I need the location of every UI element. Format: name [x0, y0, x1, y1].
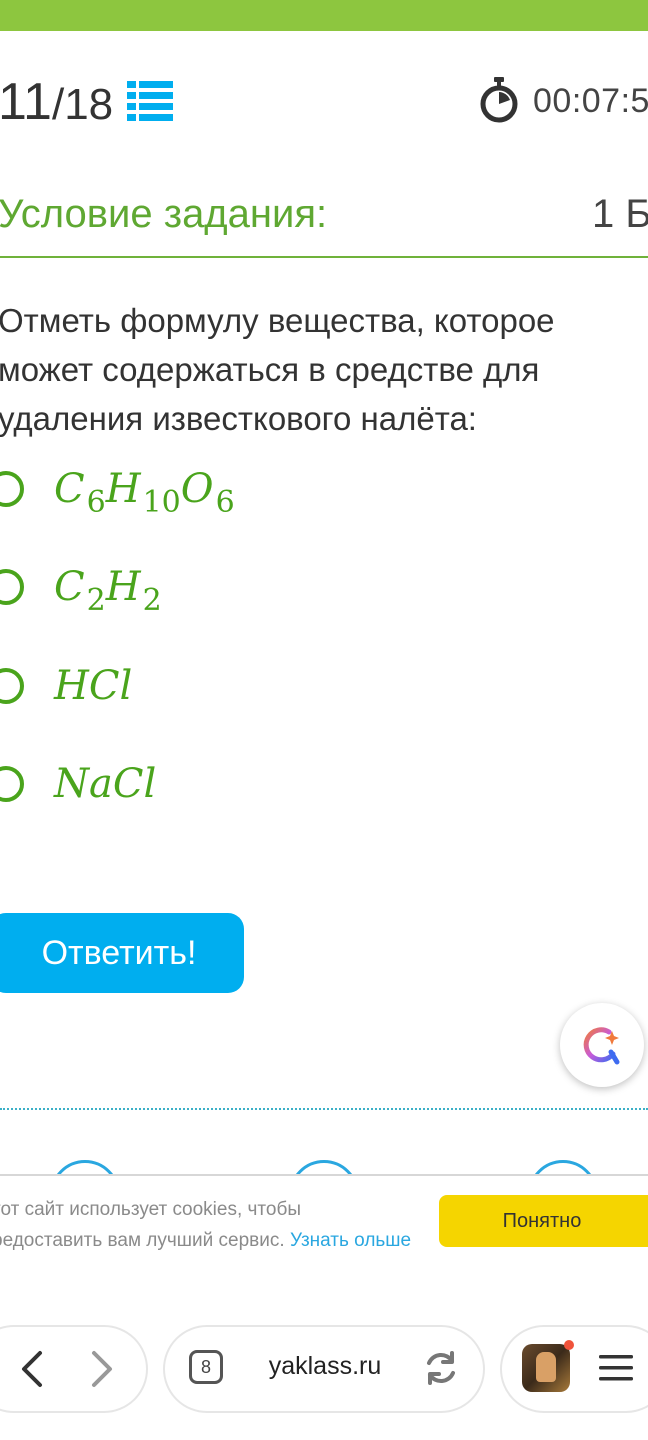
formula: C6H10O6	[54, 466, 235, 520]
timer-value: 00:07:59	[533, 82, 648, 120]
question-text: Отметь формулу вещества, которое может с…	[0, 302, 555, 437]
submit-answer-button[interactable]: Ответить!	[0, 913, 244, 993]
formula: C2H2	[54, 564, 162, 618]
answer-option-4[interactable]: NaCl	[0, 759, 157, 809]
formula: HCl	[54, 663, 133, 709]
question-progress: 11/18	[0, 72, 113, 135]
progress-current: 11	[0, 73, 52, 131]
progress-total: /18	[51, 80, 114, 129]
answer-option-1[interactable]: C6H10O6	[0, 464, 235, 520]
chevron-right-icon[interactable]	[86, 1349, 118, 1389]
tabs-icon[interactable]: 8	[189, 1350, 223, 1384]
radio-button[interactable]	[0, 569, 24, 605]
stopwatch-icon	[480, 77, 518, 123]
section-divider	[0, 256, 648, 258]
profile-avatar[interactable]	[522, 1344, 570, 1392]
radio-button[interactable]	[0, 471, 24, 507]
notification-dot	[564, 1340, 574, 1350]
chevron-left-icon[interactable]	[16, 1349, 48, 1389]
cookie-learn-more-link[interactable]: Узнать ольше	[290, 1230, 411, 1251]
radio-button[interactable]	[0, 668, 24, 704]
formula: NaCl	[54, 761, 157, 807]
answer-option-2[interactable]: C2H2	[0, 562, 162, 618]
assistant-button[interactable]	[560, 1003, 644, 1087]
url-text[interactable]: yaklass.ru	[240, 1352, 410, 1381]
dotted-separator	[0, 1108, 648, 1110]
reload-icon[interactable]	[423, 1349, 459, 1387]
cookie-text: тот сайт использует cookies, чтобы редос…	[0, 1199, 412, 1251]
radio-button[interactable]	[0, 766, 24, 802]
answer-option-3[interactable]: HCl	[0, 661, 133, 711]
section-title: Условие задания:	[0, 192, 328, 236]
cookie-accept-button[interactable]: Понятно	[439, 1195, 648, 1247]
list-icon[interactable]	[126, 80, 174, 122]
hamburger-icon[interactable]	[598, 1352, 634, 1384]
assistant-icon	[583, 1027, 620, 1065]
task-points: 1 Б.	[592, 192, 648, 236]
brand-top-bar	[0, 0, 648, 31]
